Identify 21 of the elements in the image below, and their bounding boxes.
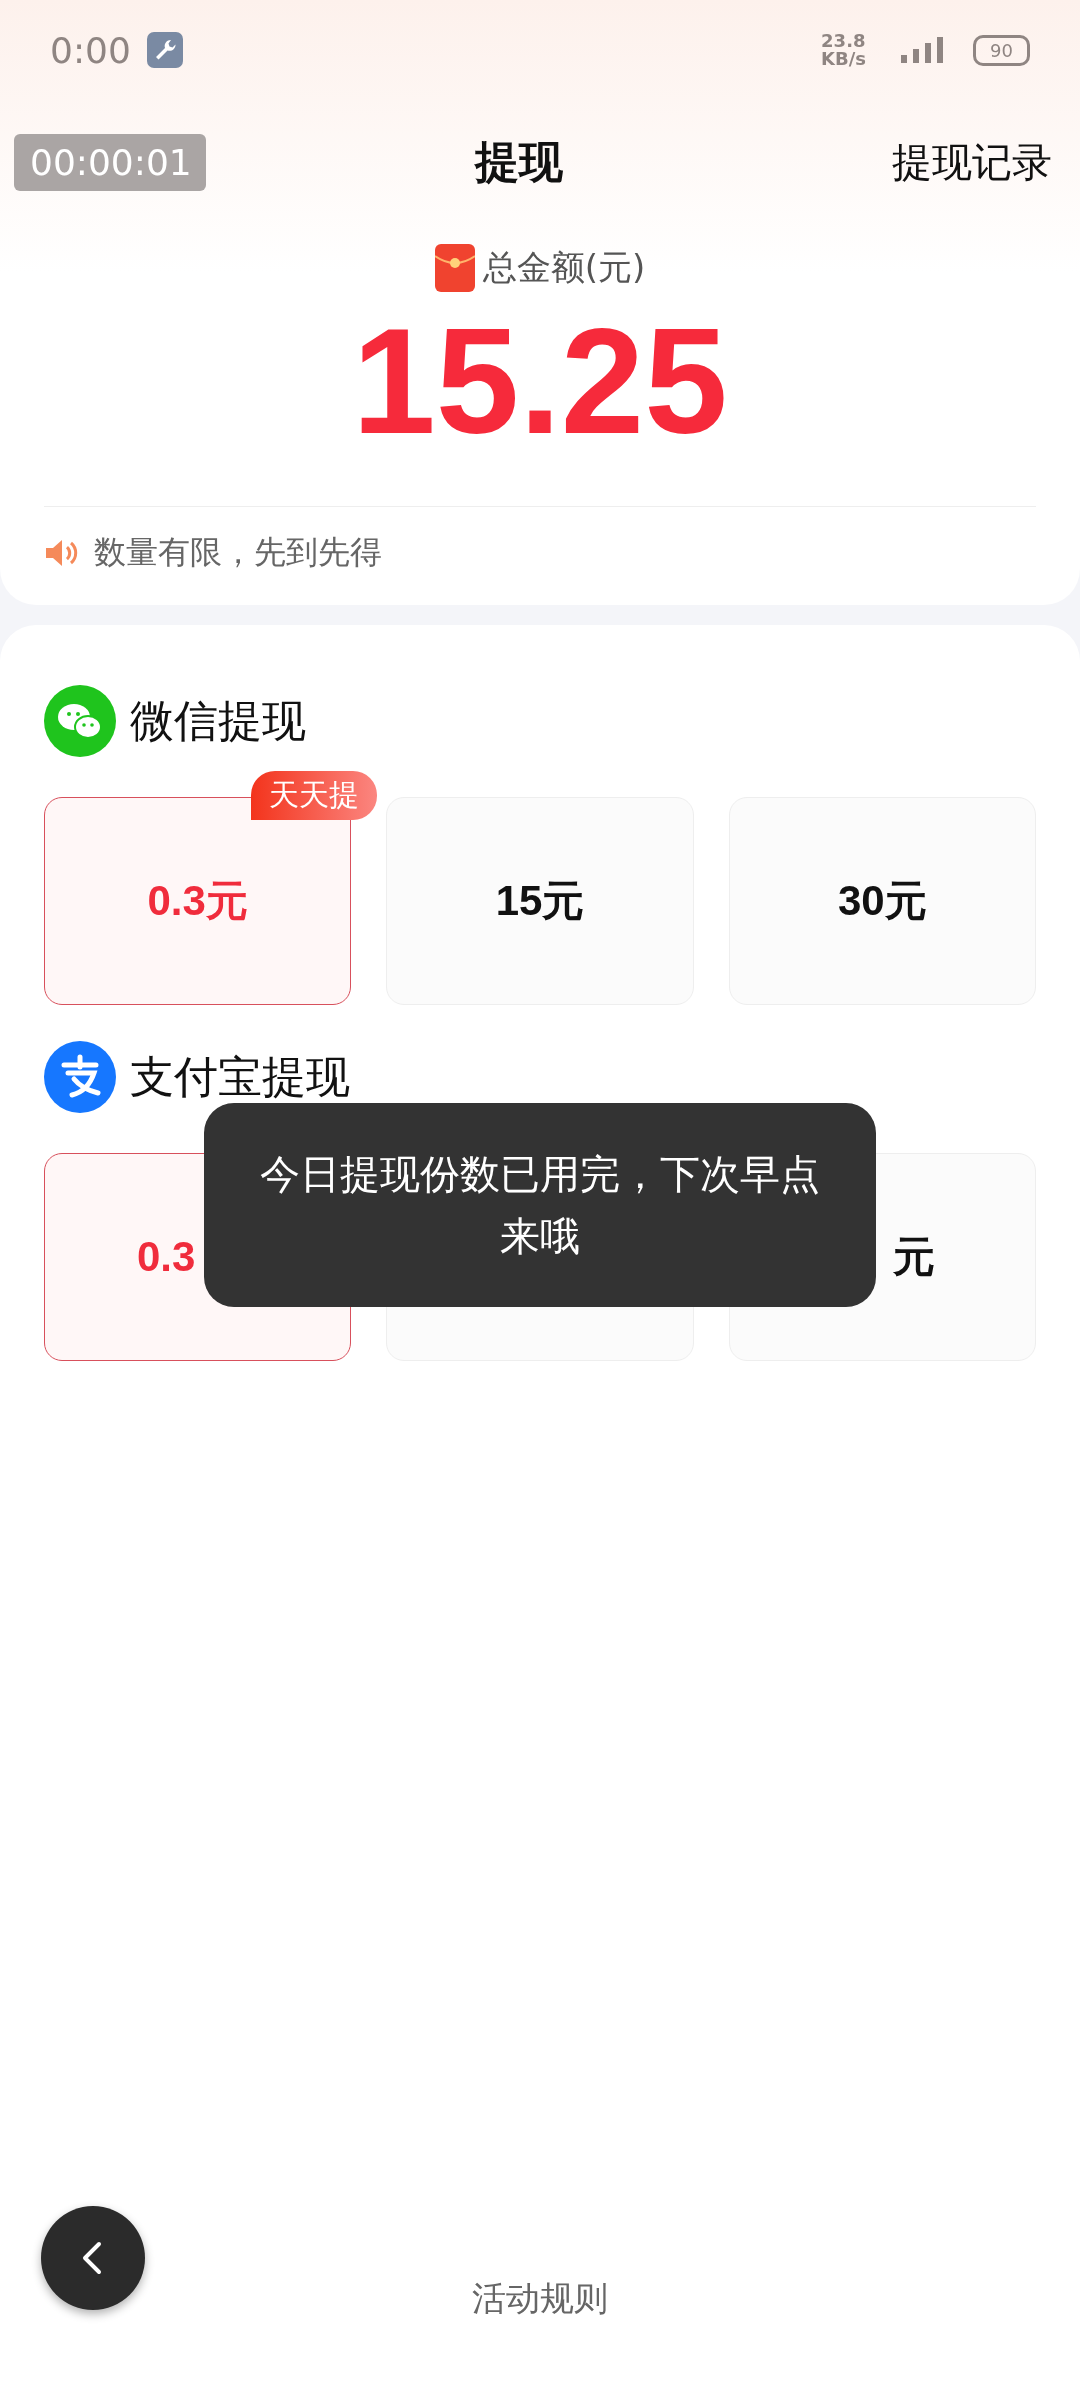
amount-option[interactable]: 15元 <box>386 797 694 1005</box>
limit-toast: 今日提现份数已用完，下次早点来哦 <box>204 1103 876 1307</box>
total-amount-label: 总金额(元) <box>482 246 646 289</box>
daily-tag: 天天提 <box>251 771 378 820</box>
section-title: 微信提现 <box>130 693 306 748</box>
timer-badge: 00:00:01 <box>14 133 206 191</box>
battery-indicator: 90 <box>973 34 1030 66</box>
section-title: 支付宝提现 <box>130 1049 350 1104</box>
notice-text: 数量有限，先到先得 <box>94 532 382 573</box>
payment-circle-icon <box>44 1041 116 1113</box>
status-time: 0:00 <box>50 29 131 71</box>
activity-rules-link[interactable]: 活动规则 <box>440 2275 640 2323</box>
wrench-icon <box>146 32 183 68</box>
page-title: 提现 <box>473 134 564 189</box>
envelope-icon <box>434 244 475 292</box>
chat-bubbles-icon <box>44 685 116 757</box>
total-amount: 15.25 <box>351 306 729 456</box>
withdraw-record-link[interactable]: 提现记录 <box>892 134 1052 190</box>
amount-option[interactable]: 30元 <box>728 797 1036 1005</box>
speaker-icon <box>44 538 80 568</box>
network-speed: 23.8 KB/s <box>821 32 868 68</box>
